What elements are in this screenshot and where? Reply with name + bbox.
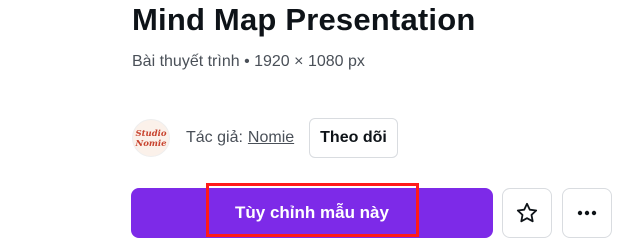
page-title: Mind Map Presentation	[132, 2, 476, 37]
star-icon	[516, 202, 538, 223]
studio-nomie-logo-icon: Studio Nomie	[134, 129, 167, 149]
author-label: Tác giả: Nomie	[186, 129, 294, 147]
more-horizontal-icon	[577, 210, 597, 216]
favorite-button[interactable]	[502, 188, 552, 238]
author-link[interactable]: Nomie	[248, 129, 294, 146]
svg-text:Studio: Studio	[135, 129, 166, 139]
customize-template-label: Tùy chỉnh mẫu này	[235, 203, 389, 222]
customize-template-button[interactable]: Tùy chỉnh mẫu này	[131, 188, 493, 238]
svg-text:Nomie: Nomie	[134, 139, 167, 149]
author-prefix: Tác giả:	[186, 129, 243, 146]
template-subtitle: Bài thuyết trình • 1920 × 1080 px	[132, 53, 365, 70]
more-options-button[interactable]	[562, 188, 612, 238]
author-avatar[interactable]: Studio Nomie	[132, 119, 170, 157]
follow-button[interactable]: Theo dõi	[309, 118, 398, 158]
author-row: Studio Nomie Tác giả: Nomie Theo dõi	[132, 118, 398, 158]
